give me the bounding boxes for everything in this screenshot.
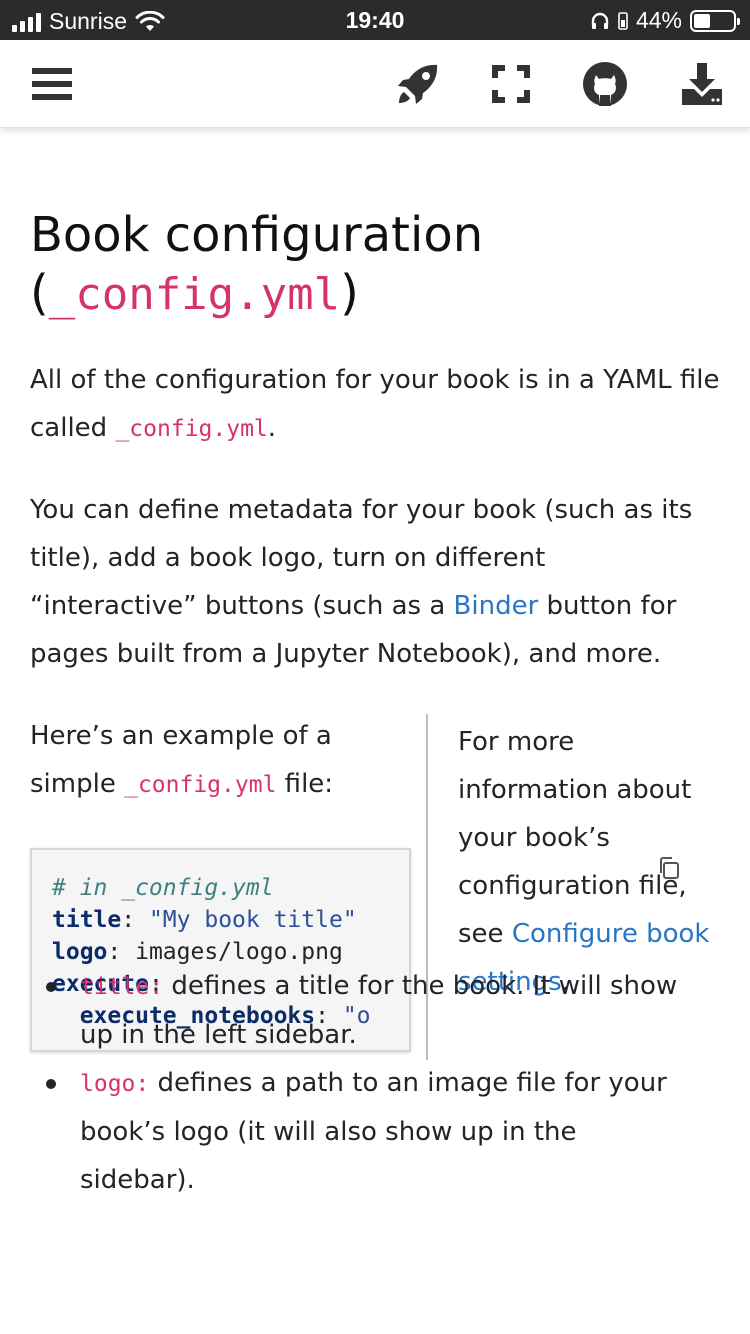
github-icon[interactable] [579, 58, 631, 110]
battery-icon [690, 9, 740, 32]
config-options-list: title: defines a title for the book. It … [46, 962, 690, 1204]
intro-paragraph: All of the configuration for your book i… [30, 365, 720, 443]
inline-code: _config.yml [115, 416, 268, 442]
battery-percent: 44% [635, 7, 682, 33]
top-toolbar [0, 40, 750, 128]
status-right: 44% [590, 7, 740, 34]
download-icon[interactable] [676, 58, 728, 110]
headphones-icon [591, 12, 609, 29]
fullscreen-icon[interactable] [485, 58, 537, 110]
status-bar: Sunrise 19:40 44% [0, 0, 750, 40]
example-paragraph: Here’s an example of a simple _config.ym… [30, 721, 334, 799]
list-item: logo: defines a path to an image file fo… [46, 1059, 690, 1204]
bullet-icon [46, 1079, 56, 1089]
binder-link[interactable]: Binder [454, 591, 539, 621]
page-title: Book configuration (_config.yml) [30, 207, 484, 321]
list-item: title: defines a title for the book. It … [46, 962, 690, 1059]
features-paragraph: You can define metadata for your book (s… [30, 495, 693, 669]
code-comment: # in _config.yml [52, 875, 274, 901]
bullet-icon [46, 982, 56, 992]
example-column: Here’s an example of a simple _config.ym… [30, 712, 410, 809]
rocket-icon[interactable] [392, 58, 444, 110]
inline-code: _config.yml [124, 772, 277, 798]
battery-status-icon [618, 11, 628, 30]
title-code: _config.yml [48, 269, 341, 320]
menu-icon[interactable] [26, 58, 78, 110]
